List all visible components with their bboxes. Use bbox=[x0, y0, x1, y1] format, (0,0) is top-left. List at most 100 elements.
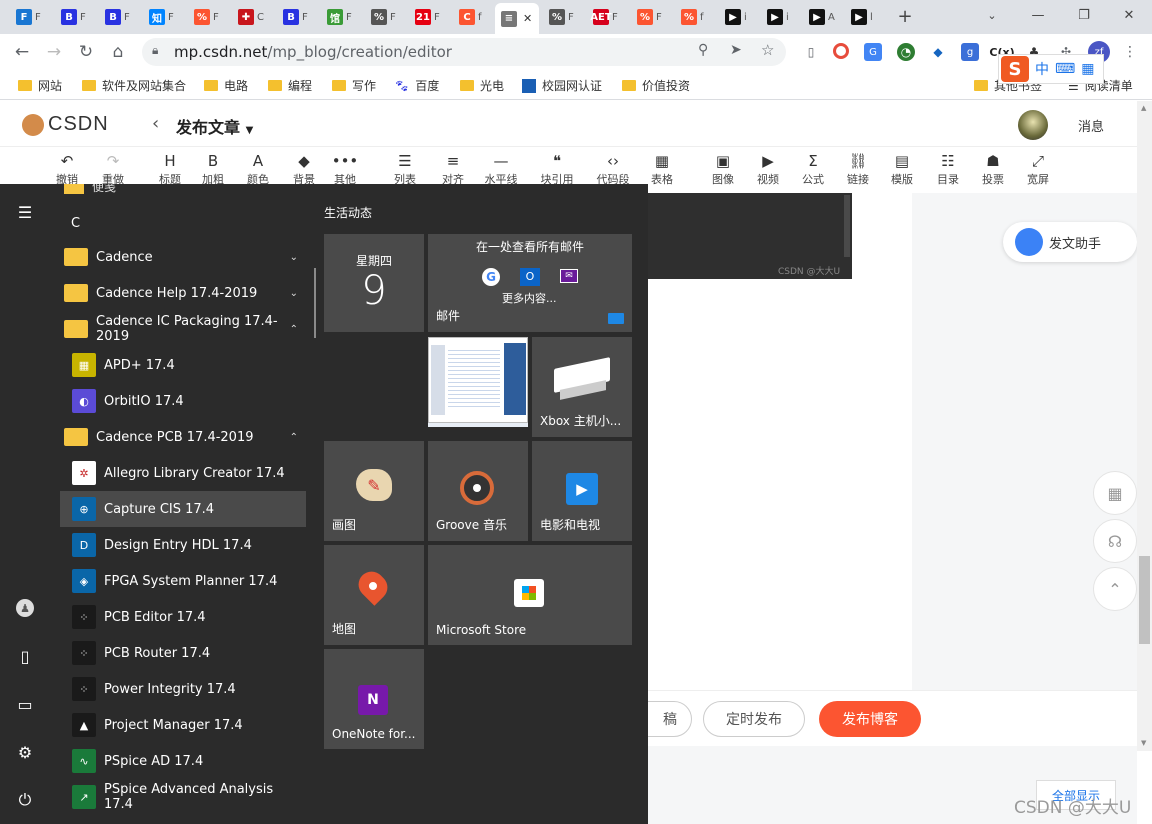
chevron-down-icon[interactable]: ⌄ bbox=[290, 252, 298, 263]
chevron-down-icon[interactable]: ⌄ bbox=[290, 288, 298, 299]
editor-tool-button[interactable]: A 颜色 bbox=[238, 151, 278, 187]
mail-tile[interactable]: 在一处查看所有邮件 G O ✉ 更多内容... 邮件 bbox=[428, 234, 632, 332]
ime-lang[interactable]: 中 bbox=[1035, 59, 1049, 79]
extension-shield-icon[interactable]: ◔ bbox=[897, 43, 915, 61]
scroll-thumb[interactable] bbox=[1139, 556, 1150, 644]
tab-search-button[interactable]: ⌄ bbox=[969, 0, 1015, 30]
editor-tool-button[interactable]: ❝ 块引用 bbox=[537, 151, 577, 187]
editor-tool-button[interactable]: — 水平线 bbox=[481, 151, 521, 187]
user-account-icon[interactable]: ♟ bbox=[13, 596, 37, 620]
lock-icon[interactable]: 🔒︎ bbox=[152, 43, 158, 58]
bookmark-item[interactable]: 软件及网站集合 bbox=[82, 77, 186, 94]
bookmark-item[interactable]: 光电 bbox=[460, 77, 504, 94]
back-button[interactable]: ← bbox=[8, 38, 36, 66]
editor-tool-button[interactable]: ↶ 撤销 bbox=[47, 151, 87, 187]
address-bar[interactable]: 🔒︎ mp.csdn.net/mp_blog/creation/editor ⚲… bbox=[142, 38, 786, 66]
editor-tool-button[interactable]: ⤢ 宽屏 bbox=[1018, 151, 1058, 187]
zoom-icon[interactable]: ⚲ bbox=[698, 42, 708, 58]
bookmark-item[interactable]: 电路 bbox=[204, 77, 248, 94]
editor-tool-button[interactable]: Σ 公式 bbox=[793, 151, 833, 187]
pictures-icon[interactable]: ▭ bbox=[13, 692, 37, 716]
xbox-tile[interactable]: Xbox 主机小... bbox=[532, 337, 632, 437]
browser-tab[interactable]: ▶ i bbox=[719, 5, 761, 29]
back-chevron-icon[interactable]: ‹ bbox=[152, 113, 159, 134]
scroll-down-icon[interactable]: ▼ bbox=[1141, 739, 1146, 747]
extension-color-icon[interactable] bbox=[833, 43, 849, 59]
app-list-item[interactable]: ◐ OrbitIO 17.4 bbox=[60, 383, 306, 419]
browser-tab[interactable]: 21 F bbox=[409, 5, 451, 29]
editor-tool-button[interactable]: B 加粗 bbox=[193, 151, 233, 187]
scroll-up-icon[interactable]: ▲ bbox=[1141, 104, 1146, 112]
ime-toolbar[interactable]: S 中 ⌨ ▦ bbox=[998, 54, 1104, 84]
home-button[interactable]: ⌂ bbox=[104, 38, 132, 66]
forward-button[interactable]: → bbox=[40, 38, 68, 66]
groove-tile[interactable]: Groove 音乐 bbox=[428, 441, 528, 541]
editor-tool-button[interactable]: ≡ 对齐 bbox=[433, 151, 473, 187]
browser-tab[interactable]: 馆F bbox=[321, 5, 363, 29]
app-list-item[interactable]: ⁘ Power Integrity 17.4 bbox=[60, 671, 306, 707]
browser-tab[interactable]: Cf bbox=[453, 5, 495, 29]
movies-tile[interactable]: ▶ 电影和电视 bbox=[532, 441, 632, 541]
app-list-item[interactable]: ∿ PSpice AD 17.4 bbox=[60, 743, 306, 779]
browser-tab[interactable]: % F bbox=[631, 5, 673, 29]
bookmark-item[interactable]: 网站 bbox=[18, 77, 62, 94]
settings-gear-icon[interactable]: ⚙ bbox=[13, 740, 37, 764]
qrcode-icon[interactable]: ▦ bbox=[1093, 471, 1137, 515]
browser-tab[interactable]: FF bbox=[10, 5, 52, 29]
page-scrollbar[interactable]: ▲ ▼ bbox=[1137, 101, 1152, 751]
messages-link[interactable]: 消息 bbox=[1078, 116, 1104, 135]
assistant-button[interactable]: 发文助手 bbox=[1003, 222, 1137, 262]
extension-hat-icon[interactable]: ◆ bbox=[929, 43, 947, 61]
editor-tool-button[interactable]: ⛓ 链接 bbox=[838, 151, 878, 187]
partial-app-item[interactable]: 便笺 bbox=[64, 184, 116, 195]
browser-tab[interactable]: % F bbox=[543, 5, 585, 29]
browser-tab[interactable]: ▶ l bbox=[845, 5, 887, 29]
ime-grid-icon[interactable]: ▦ bbox=[1081, 61, 1094, 77]
editor-tool-button[interactable]: ☷ 目录 bbox=[928, 151, 968, 187]
browser-tab[interactable]: BF bbox=[99, 5, 141, 29]
bookmark-star-icon[interactable]: ☆ bbox=[761, 41, 774, 59]
browser-tab[interactable]: % F bbox=[188, 5, 230, 29]
app-folder-item[interactable]: Cadence IC Packaging 17.4-2019 ⌃ bbox=[60, 311, 306, 347]
extension-g-icon[interactable]: g bbox=[961, 43, 979, 61]
schedule-publish-button[interactable]: 定时发布 bbox=[703, 701, 805, 737]
letter-header[interactable]: C bbox=[71, 216, 80, 231]
tab-close-icon[interactable]: ✕ bbox=[523, 12, 532, 25]
browser-tab[interactable]: ≡ ✕ bbox=[495, 3, 539, 34]
power-icon[interactable]: ⏻ bbox=[13, 788, 37, 812]
chevron-up-icon[interactable]: ⌃ bbox=[290, 432, 298, 443]
browser-tab[interactable]: % F bbox=[365, 5, 407, 29]
documents-icon[interactable]: ▯ bbox=[13, 644, 37, 668]
hamburger-menu-icon[interactable]: ☰ bbox=[13, 200, 37, 224]
reload-button[interactable]: ↻ bbox=[72, 38, 100, 66]
close-window-button[interactable]: ✕ bbox=[1106, 0, 1152, 30]
browser-tab[interactable]: ✚ C bbox=[232, 5, 274, 29]
bookmark-item[interactable]: 校园网认证 bbox=[522, 77, 602, 94]
app-folder-item[interactable]: Cadence ⌄ bbox=[60, 239, 306, 275]
app-list-item[interactable]: ⊕ Capture CIS 17.4 bbox=[60, 491, 306, 527]
editor-tool-button[interactable]: ‹› 代码段 bbox=[593, 151, 633, 187]
send-icon[interactable]: ➤ bbox=[730, 42, 742, 58]
app-list-item[interactable]: ⁘ PCB Editor 17.4 bbox=[60, 599, 306, 635]
paint-tile[interactable]: ✎ 画图 bbox=[324, 441, 424, 541]
browser-tab[interactable]: 知F bbox=[143, 5, 185, 29]
bookmark-item[interactable]: 🐾︎ 百度 bbox=[394, 77, 439, 94]
page-title[interactable]: 发布文章 ▼ bbox=[176, 114, 253, 138]
csdn-logo[interactable]: CSDN bbox=[22, 113, 109, 136]
bookmark-item[interactable]: 编程 bbox=[268, 77, 312, 94]
editor-tool-button[interactable]: ••• 其他 bbox=[325, 151, 365, 187]
app-list-item[interactable]: ◈ FPGA System Planner 17.4 bbox=[60, 563, 306, 599]
chevron-up-icon[interactable]: ⌃ bbox=[290, 324, 298, 335]
browser-tab[interactable]: % f bbox=[675, 5, 717, 29]
app-list-item[interactable]: ▦ APD+ 17.4 bbox=[60, 347, 306, 383]
editor-tool-button[interactable]: H 标题 bbox=[150, 151, 190, 187]
editor-tool-button[interactable]: ▣ 图像 bbox=[703, 151, 743, 187]
bookmark-item[interactable]: 写作 bbox=[332, 77, 376, 94]
menu-icon[interactable]: ⋮ bbox=[1121, 43, 1139, 61]
editor-tool-button[interactable]: ◆ 背景 bbox=[284, 151, 324, 187]
browser-tab[interactable]: AET F bbox=[587, 5, 629, 29]
editor-tool-button[interactable]: ☰ 列表 bbox=[385, 151, 425, 187]
editor-tool-button[interactable]: ▦ 表格 bbox=[642, 151, 682, 187]
new-tab-button[interactable]: + bbox=[893, 5, 917, 29]
editor-tool-button[interactable]: ☗ 投票 bbox=[973, 151, 1013, 187]
